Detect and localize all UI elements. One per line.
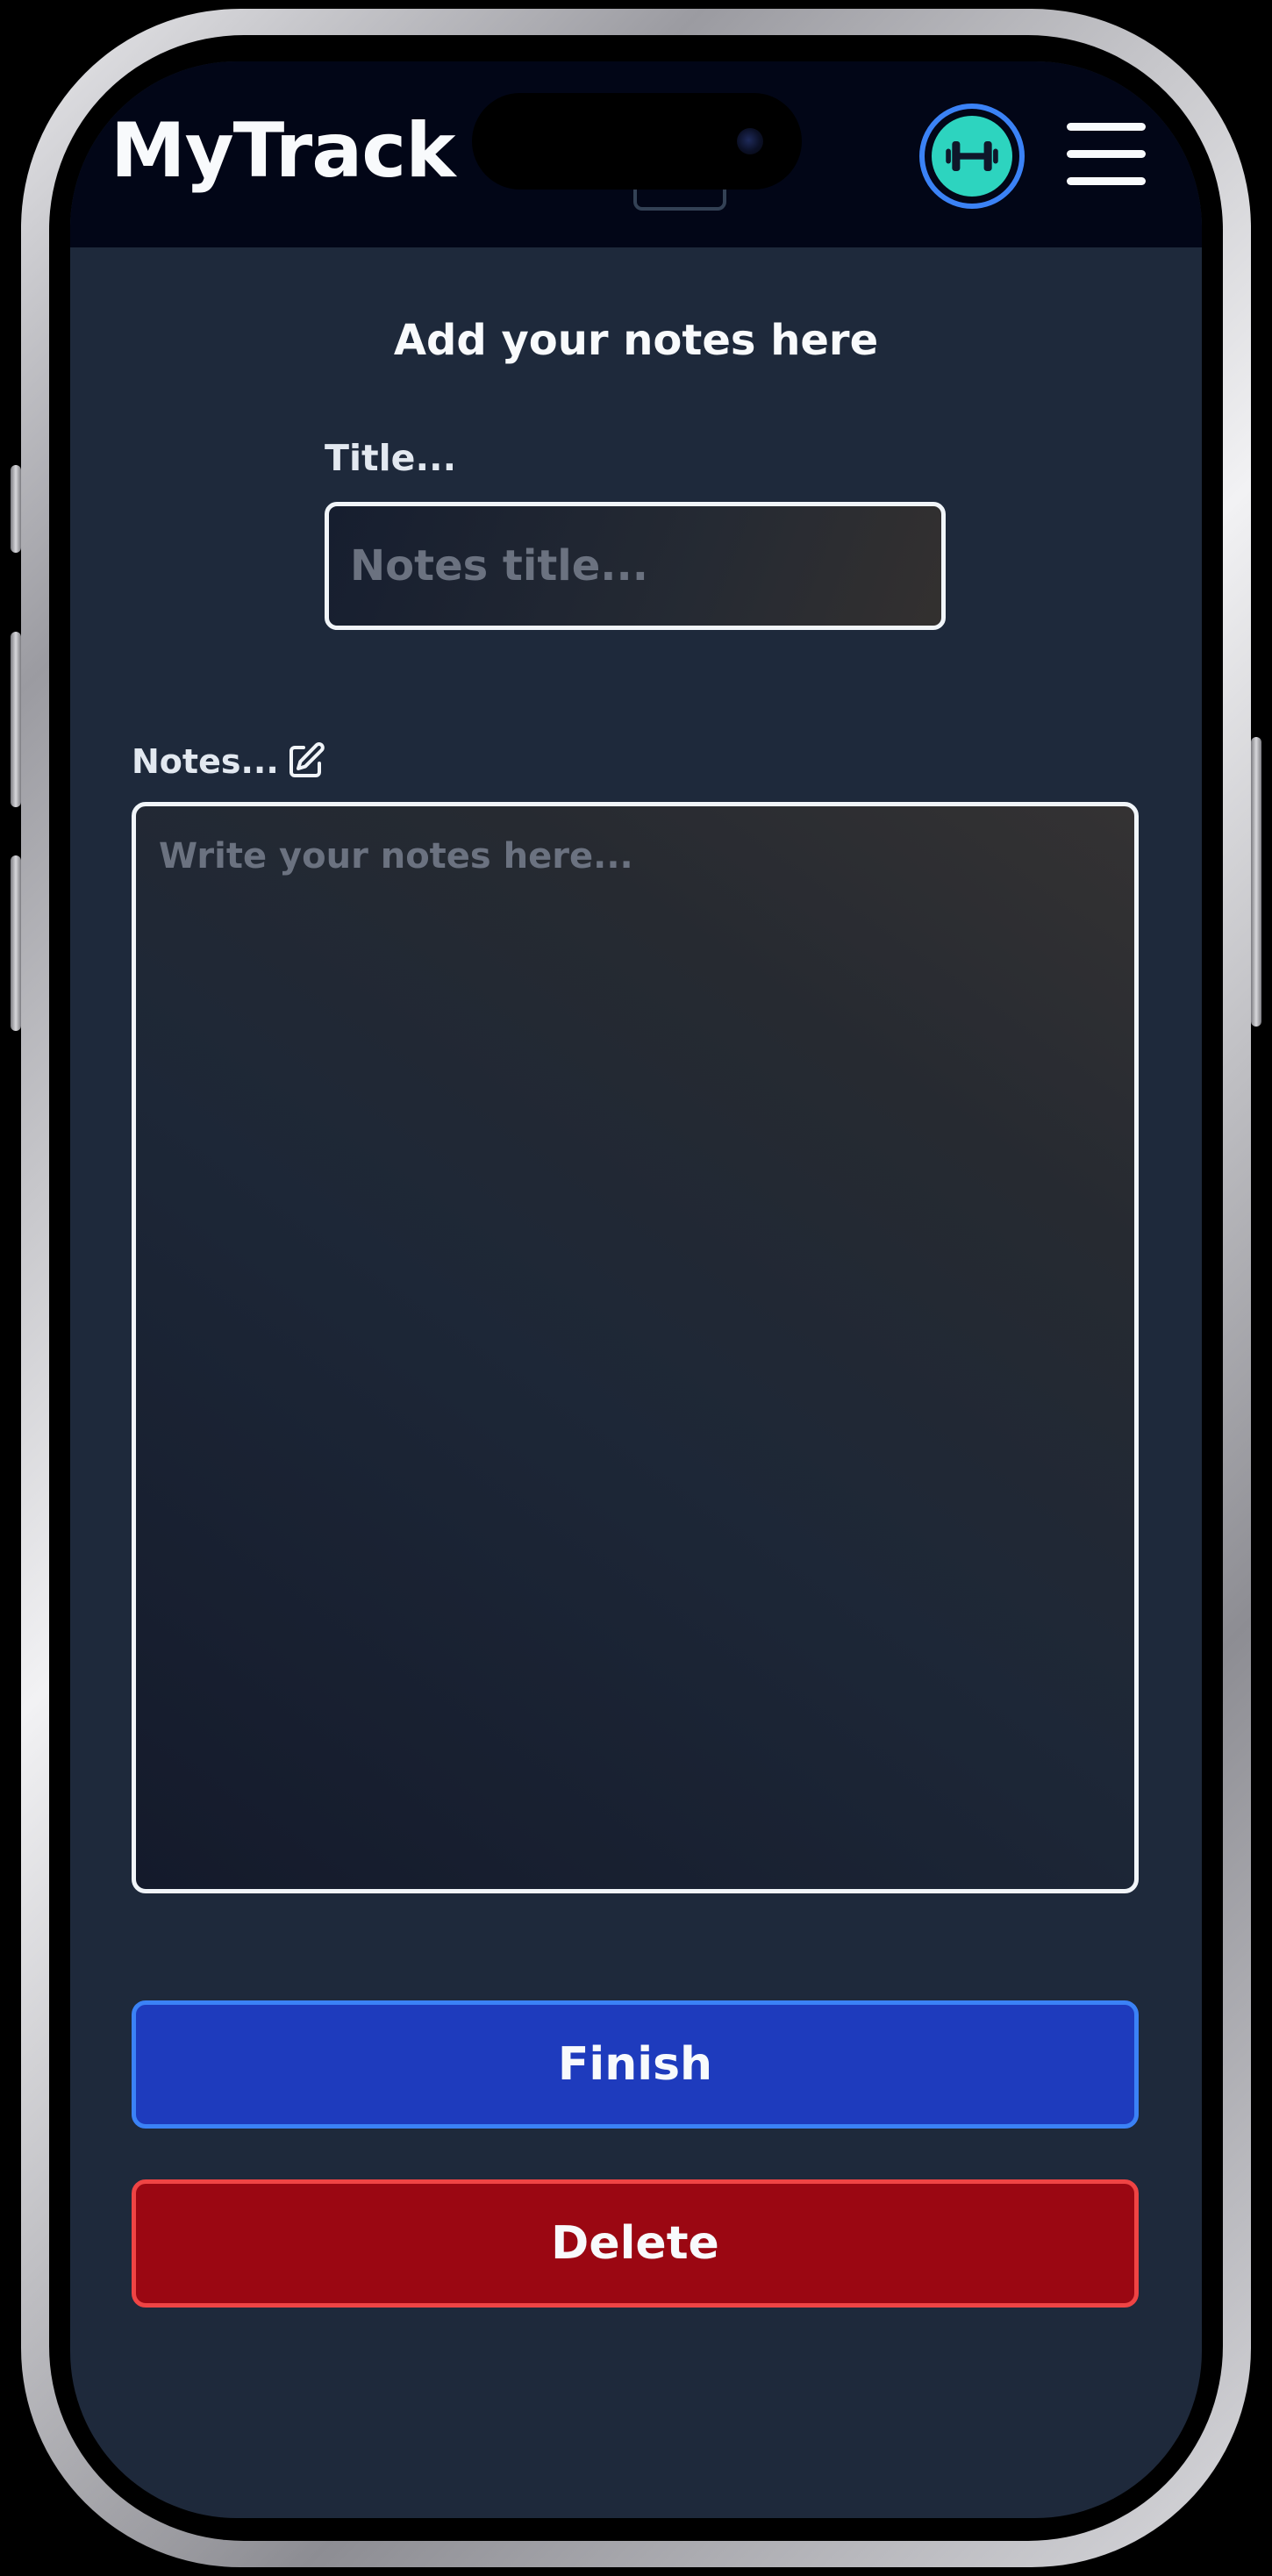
title-input[interactable] — [325, 502, 946, 630]
notes-textarea[interactable] — [132, 802, 1139, 1893]
edit-icon — [289, 742, 325, 777]
title-label: Title... — [325, 437, 457, 479]
avatar[interactable] — [919, 104, 1025, 209]
notes-label-row: Notes... — [132, 741, 326, 783]
avatar-badge — [932, 116, 1012, 197]
app-title: MyTrack — [111, 107, 455, 195]
camera-icon — [737, 128, 763, 154]
action-button — [11, 465, 21, 553]
notes-label: Notes... — [132, 742, 279, 781]
volume-up-button — [11, 632, 21, 807]
volume-down-button — [11, 855, 21, 1031]
finish-button[interactable]: Finish — [132, 2000, 1139, 2129]
dumbbell-icon — [946, 141, 998, 171]
delete-button[interactable]: Delete — [132, 2179, 1139, 2308]
screen: MyTrack Add your notes here Title... Not… — [70, 61, 1202, 2518]
dynamic-island — [472, 93, 802, 190]
power-button — [1251, 737, 1261, 1027]
page-heading: Add your notes here — [393, 316, 879, 365]
hamburger-menu-icon[interactable] — [1067, 123, 1146, 186]
